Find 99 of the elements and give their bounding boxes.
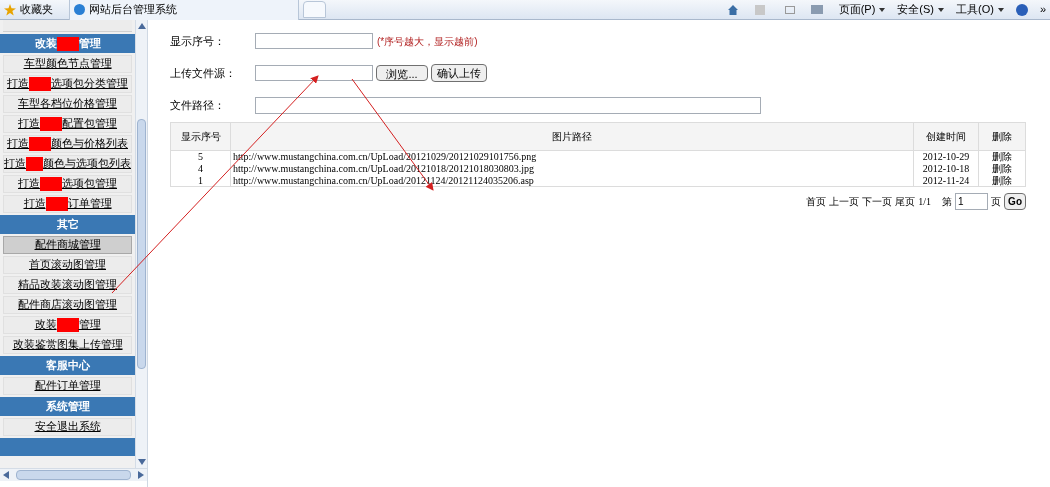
- caret-icon: [879, 7, 886, 12]
- label-text: 配件商城管理: [34, 237, 101, 253]
- caret-icon: [938, 7, 944, 12]
- scroll-thumb[interactable]: [16, 470, 131, 480]
- file-field[interactable]: [255, 65, 373, 81]
- tab-title: 网站后台管理系统: [89, 2, 177, 18]
- label-text: 打造: [18, 116, 40, 132]
- field-label: 上传文件源：: [170, 65, 237, 81]
- sidebar-item[interactable]: 配件订单管理: [3, 377, 132, 395]
- sidebar-item[interactable]: 打造 选项包分类管理: [3, 75, 132, 93]
- sidebar-item[interactable]: 精品改装滚动图管理: [3, 276, 132, 294]
- pager-link[interactable]: 首页: [806, 194, 827, 209]
- favorites-button[interactable]: 收藏夹: [20, 1, 53, 18]
- table-cell[interactable]: 删除: [978, 174, 1026, 187]
- scroll-thumb[interactable]: [137, 119, 146, 369]
- new-tab-button[interactable]: [303, 1, 326, 18]
- upload-button[interactable]: 确认上传: [431, 64, 487, 82]
- toolbar-menu[interactable]: 安全(S): [897, 1, 944, 18]
- label-text: 打造: [7, 76, 29, 92]
- label-text: 安全退出系统: [34, 419, 101, 435]
- pager-link[interactable]: 尾页: [895, 194, 916, 209]
- sidebar-item[interactable]: 打造 订单管理: [3, 195, 132, 213]
- label-text: 颜色与价格列表: [51, 136, 128, 152]
- caret-icon: [997, 7, 1004, 12]
- label-text: 订单管理: [67, 196, 112, 212]
- help-icon[interactable]: [1015, 3, 1028, 16]
- toolbar-menu[interactable]: 页面(P): [838, 1, 886, 18]
- page-label: 第: [942, 195, 953, 209]
- label-text: 系统管理: [45, 399, 90, 415]
- column-header: 创建时间: [913, 122, 979, 151]
- page-field[interactable]: 1: [955, 193, 989, 210]
- sidebar-item[interactable]: 改装 管理: [3, 316, 132, 334]
- label-text: 改装: [34, 317, 57, 333]
- vertical-scrollbar[interactable]: [135, 20, 147, 468]
- table-cell: 5: [170, 150, 231, 163]
- label-text: 车型颜色节点管理: [23, 56, 112, 72]
- sidebar-item[interactable]: 打造 配置包管理: [3, 115, 132, 133]
- label-text: 打造: [23, 196, 46, 212]
- pager-link[interactable]: 下一页: [862, 194, 893, 209]
- label-text: 打造: [4, 156, 26, 172]
- label-text: 车型各档位价格管理: [18, 96, 117, 112]
- column-header: 显示序号: [170, 122, 231, 151]
- table-cell[interactable]: 删除: [978, 150, 1026, 163]
- table-cell: 2012-10-18: [913, 162, 979, 175]
- sidebar-item[interactable]: 首页滚动图管理: [3, 256, 132, 274]
- label-text: 打造: [18, 176, 40, 192]
- label-text: 选项包管理: [62, 176, 117, 192]
- field-label: 显示序号：: [170, 33, 226, 49]
- label-text: 颜色与选项包列表: [43, 156, 131, 172]
- globe-icon: [74, 4, 85, 15]
- home-icon[interactable]: [726, 3, 739, 16]
- sidebar-item[interactable]: [3, 20, 132, 32]
- scroll-down-icon[interactable]: [137, 458, 146, 466]
- toolbar-menu[interactable]: 工具(O): [956, 1, 1004, 18]
- table-cell: 2012-10-29: [913, 150, 979, 163]
- sidebar-item[interactable]: 车型颜色节点管理: [3, 55, 132, 73]
- order-field[interactable]: [255, 33, 373, 49]
- table-cell: 1: [170, 174, 231, 187]
- label-text: 精品改装滚动图管理: [18, 277, 117, 293]
- label-text: 配置包管理: [62, 116, 117, 132]
- label-text: 改装: [34, 36, 57, 52]
- horizontal-scrollbar[interactable]: [0, 468, 147, 481]
- label-text: 客服中心: [45, 358, 90, 374]
- label-text: 首页滚动图管理: [29, 257, 106, 273]
- pager-link[interactable]: 上一页: [829, 194, 860, 209]
- label-text: 其它: [56, 217, 79, 233]
- column-header: 图片路径: [230, 122, 914, 151]
- label-text: 管理: [78, 317, 101, 333]
- label-text: 选项包分类管理: [51, 76, 128, 92]
- sidebar-item[interactable]: 安全退出系统: [3, 418, 132, 436]
- label-text: 管理: [78, 36, 101, 52]
- sidebar-item[interactable]: 配件商店滚动图管理: [3, 296, 132, 314]
- browse-button[interactable]: 浏览...: [376, 65, 428, 81]
- label-text: 配件商店滚动图管理: [18, 297, 117, 313]
- field-label: 文件路径：: [170, 97, 226, 113]
- path-field[interactable]: [255, 96, 761, 114]
- table-cell: 2012-11-24: [913, 174, 979, 187]
- more-button[interactable]: »: [1039, 1, 1046, 18]
- page-count: 1/1: [918, 195, 932, 209]
- table-cell: http://www.mustangchina.com.cn/UpLoad/20121018/20121018030803.jpg: [230, 162, 914, 175]
- sidebar-item[interactable]: 配件商城管理: [3, 236, 132, 254]
- star-icon[interactable]: [4, 3, 16, 16]
- scroll-left-icon[interactable]: [2, 471, 10, 479]
- scroll-up-icon[interactable]: [137, 22, 146, 30]
- scroll-right-icon[interactable]: [137, 471, 145, 479]
- browser-tab[interactable]: 网站后台管理系统: [69, 0, 299, 20]
- sidebar-item[interactable]: 打造 颜色与价格列表: [3, 135, 132, 153]
- go-button[interactable]: Go: [1004, 193, 1026, 210]
- page-label: 页: [991, 195, 1002, 209]
- hint-text: (*序号越大，显示越前): [377, 34, 478, 49]
- sidebar-item[interactable]: 打造 颜色与选项包列表: [3, 155, 132, 173]
- table-cell: 4: [170, 162, 231, 175]
- label-text: 打造: [7, 136, 29, 152]
- sidebar-item[interactable]: 车型各档位价格管理: [3, 95, 132, 113]
- label-text: 配件订单管理: [34, 378, 101, 394]
- column-header: 删除: [978, 122, 1026, 151]
- table-cell: http://www.mustangchina.com.cn/UpLoad/20121124/20121124035206.asp: [230, 174, 914, 187]
- sidebar-item[interactable]: 打造 选项包管理: [3, 175, 132, 193]
- table-cell[interactable]: 删除: [978, 162, 1026, 175]
